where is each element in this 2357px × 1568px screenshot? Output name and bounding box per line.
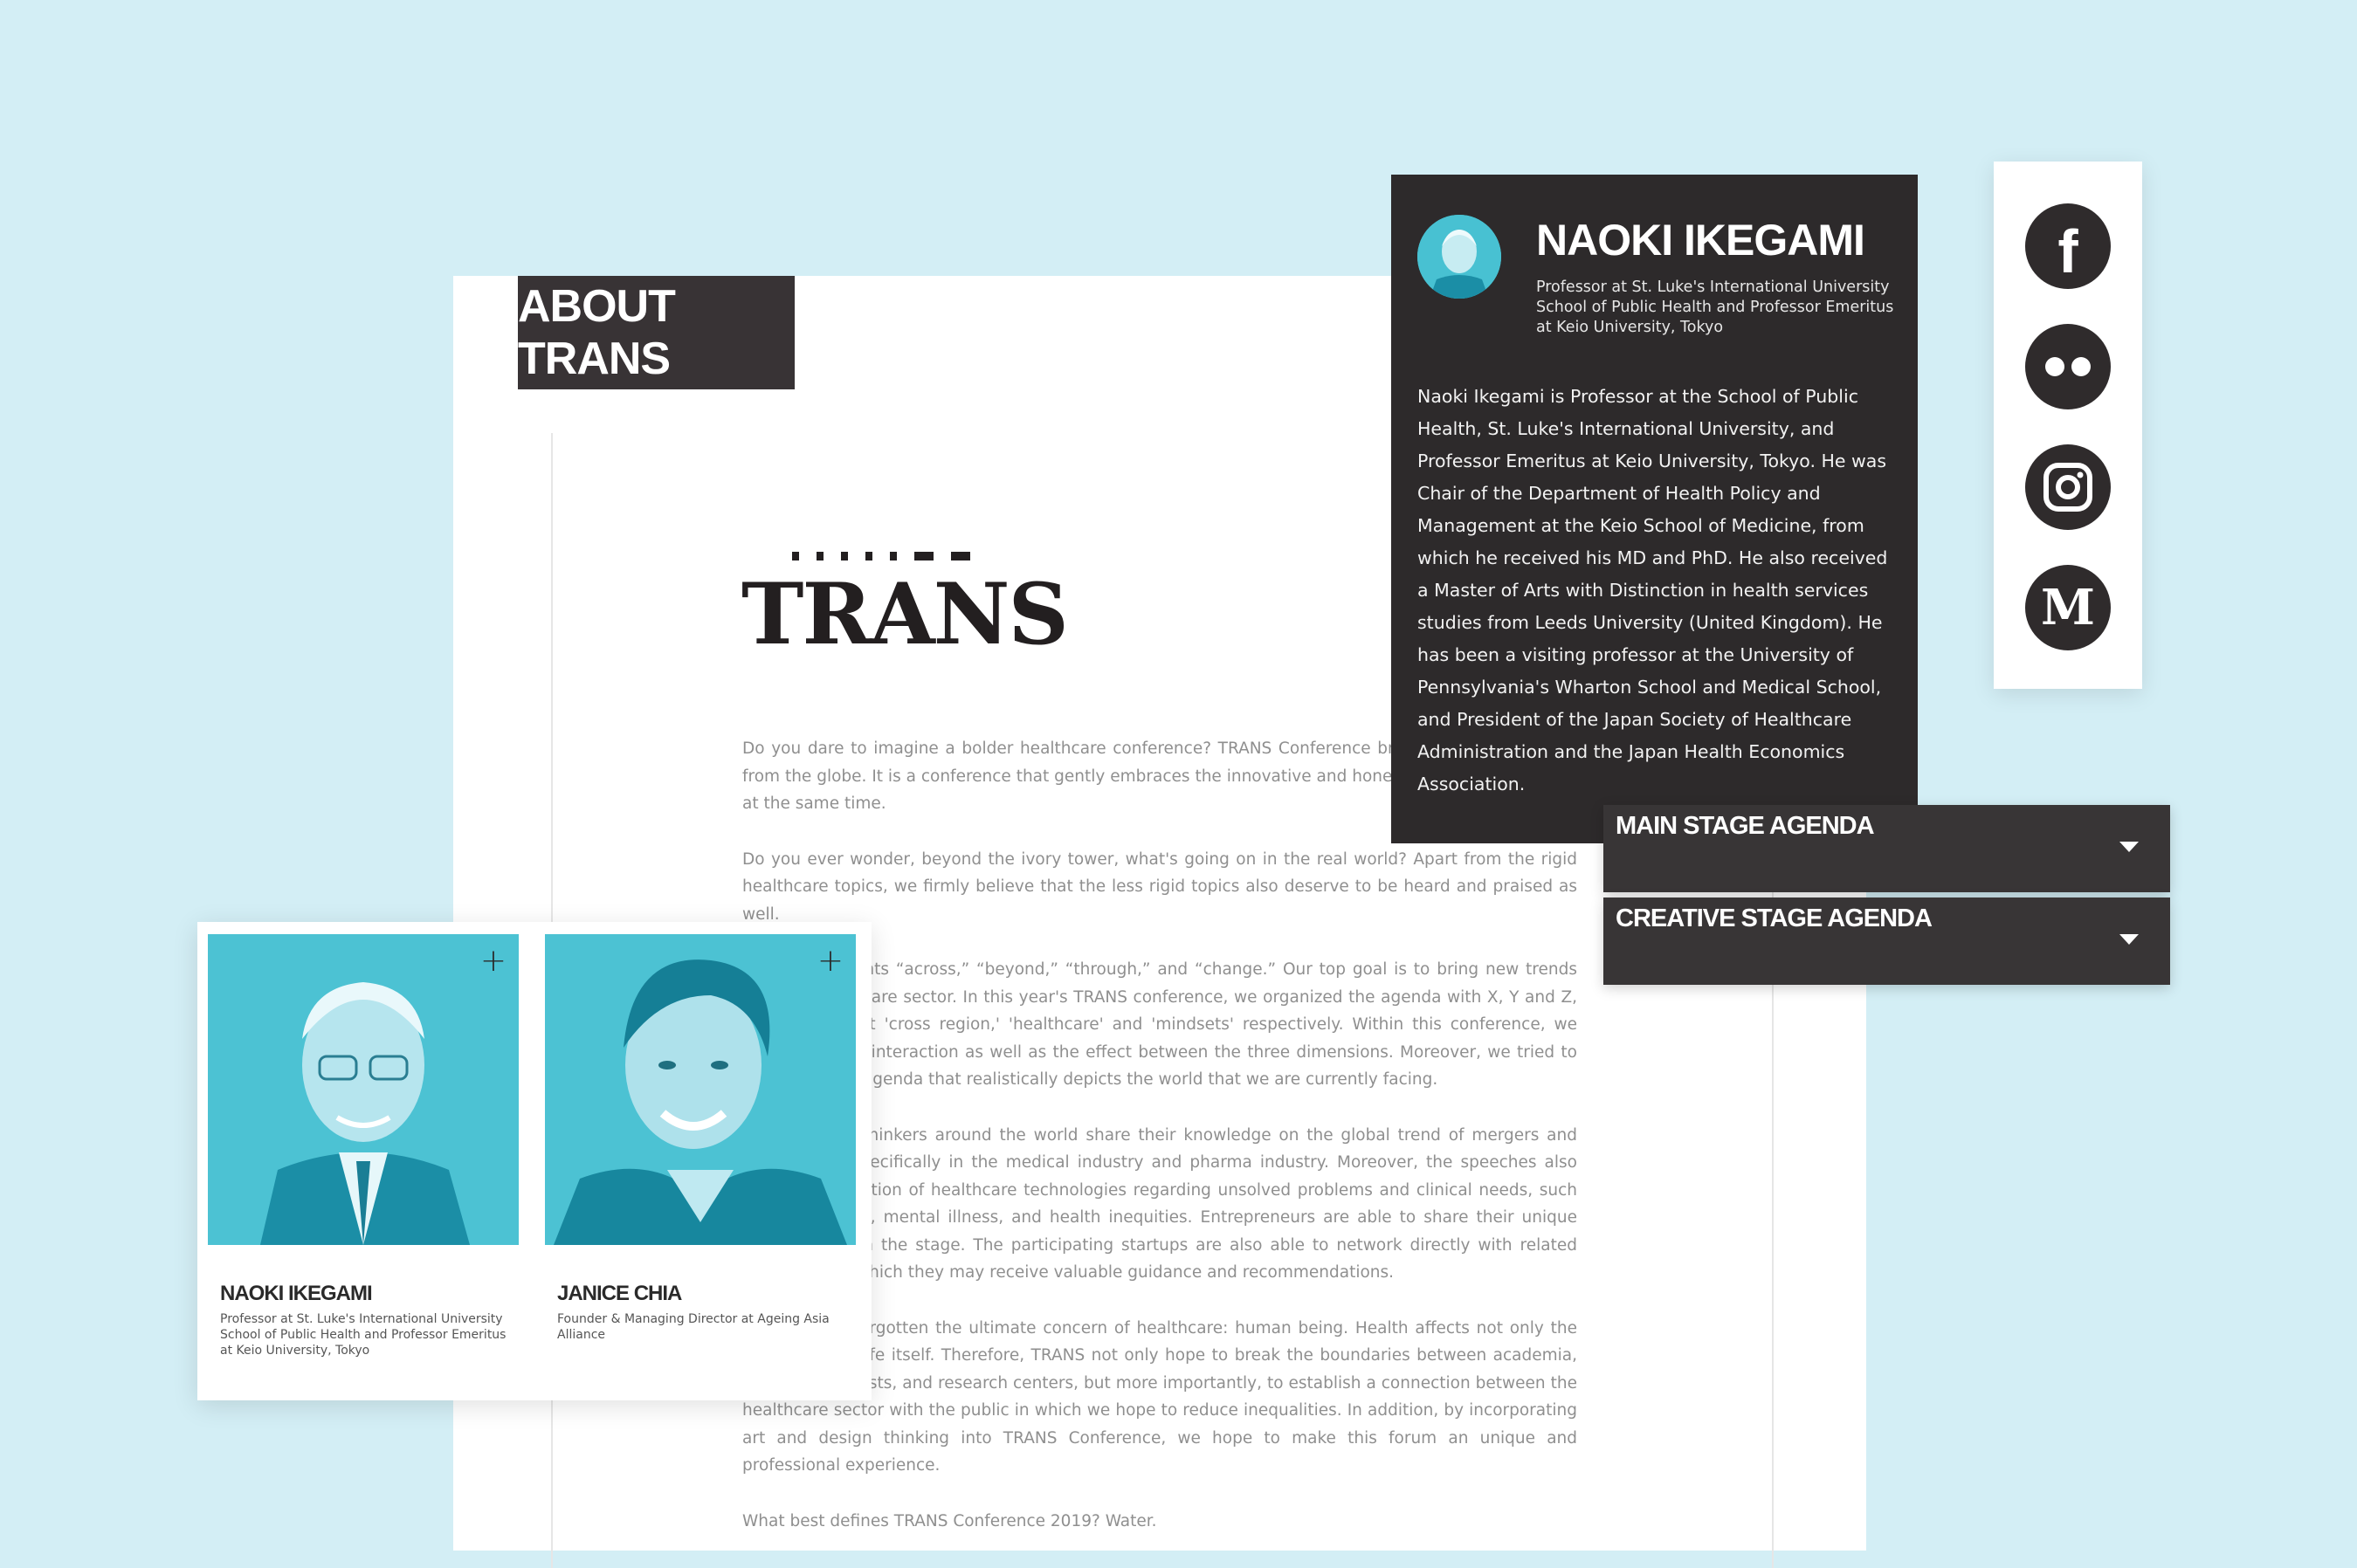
speaker-detail-popup: NAOKI IKEGAMI Professor at St. Luke's In…	[1391, 175, 1918, 843]
speaker-photo: +	[545, 934, 856, 1245]
avatar	[1417, 215, 1501, 299]
speaker-name: NAOKI IKEGAMI	[220, 1282, 373, 1305]
social-links: f M	[1994, 162, 2142, 689]
flickr-icon[interactable]	[2025, 324, 2111, 409]
speaker-cards: + NAOKI IKEGAMI Professor at St. Luke's …	[197, 922, 872, 1400]
agenda-label: MAIN STAGE AGENDA	[1616, 812, 1875, 840]
logo-wordmark: TRANS	[741, 565, 1069, 664]
portrait-image	[545, 934, 856, 1245]
agenda-label: CREATIVE STAGE AGENDA	[1616, 904, 1933, 932]
expand-icon[interactable]: +	[817, 943, 844, 979]
popup-speaker-title: Professor at St. Luke's International Un…	[1536, 279, 1894, 336]
trans-logo: TRANS	[741, 552, 1069, 664]
medium-icon[interactable]: M	[2025, 565, 2111, 650]
expand-icon[interactable]: +	[480, 943, 507, 979]
facebook-icon[interactable]: f	[2025, 203, 2111, 289]
chevron-down-icon[interactable]	[2119, 934, 2139, 945]
paragraph: What best defines TRANS Conference 2019?…	[742, 1511, 1157, 1530]
instagram-icon[interactable]	[2025, 444, 2111, 530]
popup-speaker-bio: Naoki Ikegami is Professor at the School…	[1417, 386, 1888, 794]
portrait-image	[208, 934, 519, 1245]
speaker-card[interactable]: + JANICE CHIA Founder & Managing Directo…	[545, 934, 856, 1343]
chevron-down-icon[interactable]	[2119, 842, 2139, 852]
about-tab[interactable]: ABOUT TRANS	[518, 276, 795, 389]
speaker-role: Founder & Managing Director at Ageing As…	[557, 1312, 830, 1342]
speaker-name: JANICE CHIA	[557, 1282, 682, 1305]
speaker-role: Professor at St. Luke's International Un…	[220, 1312, 507, 1358]
paragraph: Do you ever wonder, beyond the ivory tow…	[742, 849, 1577, 924]
speaker-card[interactable]: + NAOKI IKEGAMI Professor at St. Luke's …	[208, 934, 519, 1358]
popup-speaker-name: NAOKI IKEGAMI	[1536, 216, 1865, 265]
speaker-photo: +	[208, 934, 519, 1245]
main-stage-agenda-accordion[interactable]: MAIN STAGE AGENDA	[1603, 805, 2170, 892]
creative-stage-agenda-accordion[interactable]: CREATIVE STAGE AGENDA	[1603, 897, 2170, 985]
